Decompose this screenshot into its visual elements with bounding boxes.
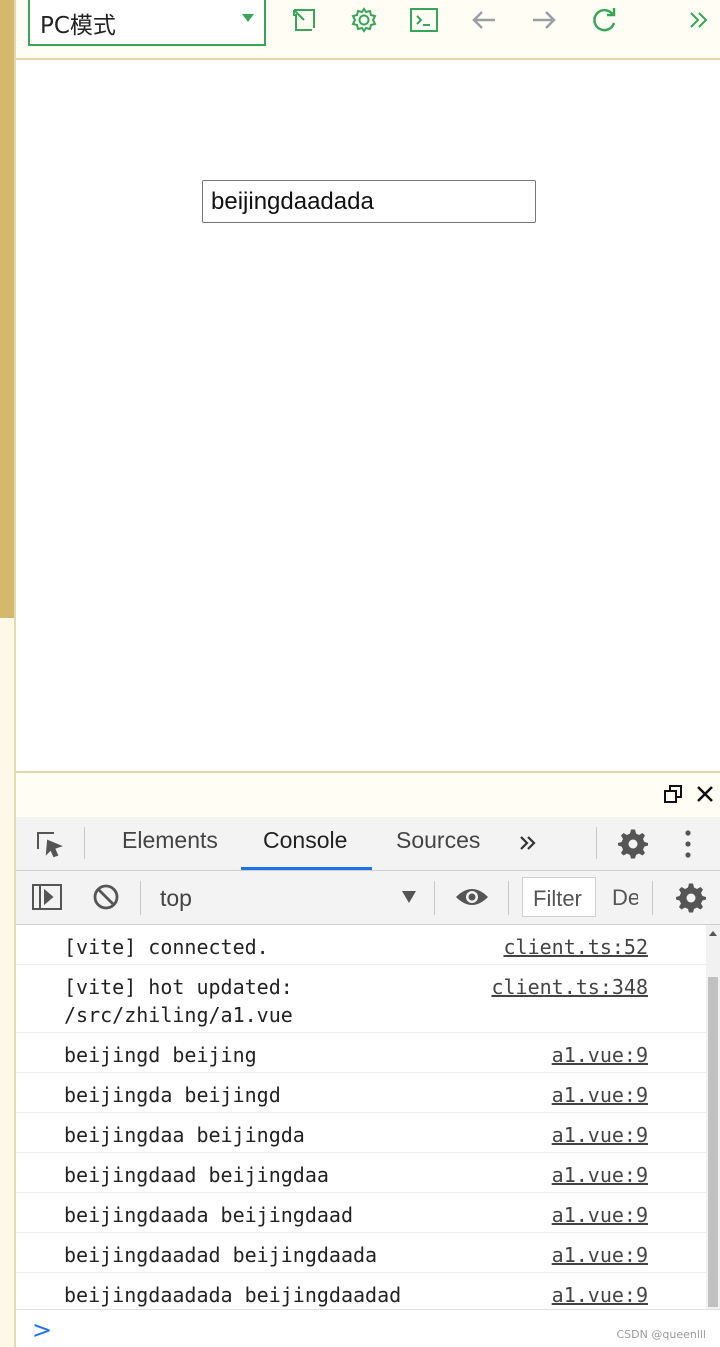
double-chevron-right-icon[interactable] — [684, 4, 716, 36]
console-filter-bar: top Filter De — [16, 871, 720, 925]
external-window-icon[interactable] — [288, 4, 320, 36]
log-entry: beijingdaad beijingdaa a1.vue:9 — [16, 1153, 706, 1193]
tab-sources[interactable]: Sources — [396, 827, 480, 854]
gear-icon[interactable] — [348, 4, 380, 36]
more-tabs-icon[interactable] — [516, 831, 540, 855]
refresh-icon[interactable] — [588, 4, 620, 36]
log-message: beijingd beijing — [64, 1043, 257, 1067]
devtools-titlebar — [16, 773, 720, 817]
active-tab-indicator — [241, 867, 372, 870]
mode-select[interactable]: PC模式 — [28, 0, 266, 46]
filter-separator — [508, 881, 509, 915]
log-message: [vite] hot updated: /src/zhiling/a1.vue — [64, 975, 293, 1027]
tab-console[interactable]: Console — [263, 827, 347, 854]
prompt-chevron-icon: > — [32, 1316, 53, 1344]
log-entry: [vite] hot updated: /src/zhiling/a1.vue … — [16, 965, 706, 1033]
devtools-tab-bar: Elements Console Sources — [16, 817, 720, 871]
close-icon[interactable] — [694, 783, 716, 805]
tab-separator — [596, 827, 597, 859]
log-entry: [vite] connected. client.ts:52 — [16, 925, 706, 965]
log-source-link[interactable]: a1.vue:9 — [552, 1281, 648, 1309]
console-scrollbar[interactable] — [706, 925, 720, 1309]
context-selector[interactable]: top — [160, 885, 192, 912]
log-source-link[interactable]: a1.vue:9 — [552, 1121, 648, 1149]
log-entry: beijingdaadada beijingdaadad a1.vue:9 — [16, 1273, 706, 1309]
preview-toolbar: PC模式 — [16, 0, 720, 60]
log-source-link[interactable]: a1.vue:9 — [552, 1201, 648, 1229]
log-source-link[interactable]: a1.vue:9 — [552, 1081, 648, 1109]
terminal-icon[interactable] — [408, 4, 440, 36]
log-message: beijingdaa beijingda — [64, 1123, 305, 1147]
context-dropdown-caret-icon[interactable] — [402, 891, 416, 903]
log-message: beijingda beijingd — [64, 1083, 281, 1107]
log-message: [vite] connected. — [64, 935, 269, 959]
arrow-left-icon[interactable] — [468, 4, 500, 36]
log-source-link[interactable]: a1.vue:9 — [552, 1241, 648, 1269]
console-filter-input[interactable]: Filter — [522, 877, 596, 917]
tab-elements[interactable]: Elements — [122, 827, 218, 854]
log-source-link[interactable]: client.ts:348 — [491, 973, 648, 1001]
demo-text-input[interactable] — [202, 180, 536, 223]
left-gutter — [0, 0, 14, 618]
preview-area — [16, 60, 720, 771]
dropdown-caret-icon — [242, 14, 254, 22]
log-entry: beijingdaadad beijingdaada a1.vue:9 — [16, 1233, 706, 1273]
filter-separator — [652, 881, 653, 915]
filter-separator — [140, 881, 141, 915]
log-message: beijingdaada beijingdaad — [64, 1203, 353, 1227]
console-prompt[interactable]: > CSDN @queenlll — [16, 1309, 720, 1347]
clear-console-icon[interactable] — [92, 883, 120, 911]
filter-separator — [434, 881, 435, 915]
sidebar-toggle-icon[interactable] — [32, 883, 62, 911]
mode-select-label: PC模式 — [40, 13, 116, 39]
devtools-panel: Elements Console Sources top Filter De [… — [16, 771, 720, 1347]
tab-separator — [84, 827, 85, 859]
log-message: beijingdaad beijingdaa — [64, 1163, 329, 1187]
settings-gear-icon[interactable] — [618, 829, 648, 859]
live-expression-eye-icon[interactable] — [454, 883, 490, 911]
watermark: CSDN @queenlll — [616, 1328, 707, 1341]
log-source-link[interactable]: a1.vue:9 — [552, 1161, 648, 1189]
arrow-right-icon[interactable] — [528, 4, 560, 36]
undock-icon[interactable] — [662, 783, 684, 805]
inspect-element-icon[interactable] — [34, 829, 64, 859]
log-source-link[interactable]: a1.vue:9 — [552, 1041, 648, 1069]
log-message: beijingdaadada beijingdaadad — [64, 1283, 402, 1307]
log-message: beijingdaadad beijingdaada — [64, 1243, 378, 1267]
log-entry: beijingdaada beijingdaad a1.vue:9 — [16, 1193, 706, 1233]
kebab-menu-icon[interactable] — [684, 829, 692, 859]
scroll-up-arrow-icon[interactable] — [709, 931, 717, 936]
console-log: [vite] connected. client.ts:52 [vite] ho… — [16, 925, 706, 1309]
log-entry: beijingd beijing a1.vue:9 — [16, 1033, 706, 1073]
log-source-link[interactable]: client.ts:52 — [504, 933, 649, 961]
log-entry: beijingda beijingd a1.vue:9 — [16, 1073, 706, 1113]
log-levels-dropdown[interactable]: De — [612, 885, 638, 911]
scroll-thumb[interactable] — [708, 977, 718, 1307]
left-gutter-lower — [0, 618, 14, 1347]
log-entry: beijingdaa beijingda a1.vue:9 — [16, 1113, 706, 1153]
console-settings-gear-icon[interactable] — [676, 883, 706, 913]
